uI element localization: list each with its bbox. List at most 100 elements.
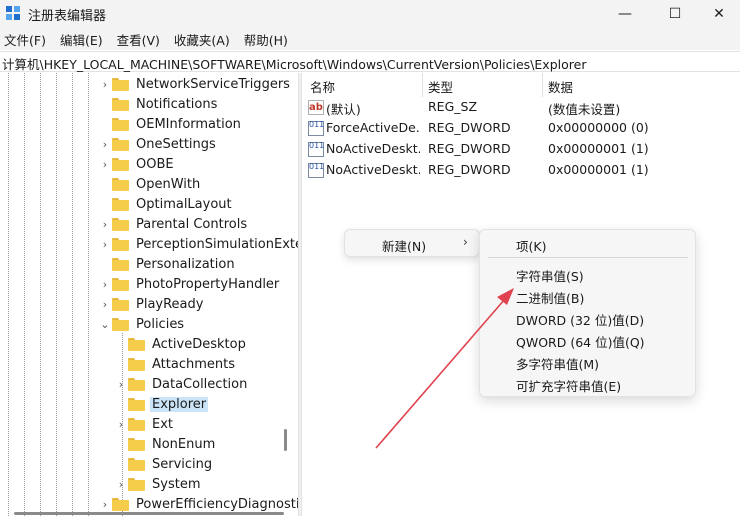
value-data: (数值未设置) [548,102,621,117]
folder-icon [112,317,129,331]
tree-item-label: Explorer [150,396,209,412]
submenu-key[interactable]: 项(K) [516,236,546,255]
value-data: 0x00000000 (0) [548,120,649,135]
folder-icon [112,197,129,211]
menu-view[interactable]: 查看(V) [113,28,164,50]
key-tree[interactable]: › NetworkServiceTriggers Notifications O… [0,73,298,516]
menu-file[interactable]: 文件(F) [0,28,50,50]
chevron-right-icon[interactable]: › [116,418,126,431]
folder-icon [112,277,129,291]
tree-item[interactable]: › PowerEfficiencyDiagnostics [100,494,298,514]
folder-icon [128,437,145,451]
tree-item[interactable]: › PlayReady [100,294,205,314]
tree-item[interactable]: Personalization [100,254,237,274]
tree-item[interactable]: NonEnum [116,434,217,454]
tree-item[interactable]: › Ext [116,414,175,434]
tree-item[interactable]: OpenWith [100,174,202,194]
title-bar: 注册表编辑器 — ☐ ✕ [0,0,740,28]
value-type: REG_SZ [428,99,478,114]
tree-item[interactable]: › NetworkServiceTriggers [100,74,292,94]
menu-edit[interactable]: 编辑(E) [56,28,107,50]
tree-item[interactable]: › PerceptionSimulationExte [100,234,298,254]
chevron-down-icon[interactable]: ⌄ [100,318,110,331]
string-value-icon: ab [308,100,324,115]
table-row[interactable]: 011 ForceActiveDe... REG_DWORD 0x0000000… [302,118,740,139]
tree-item[interactable]: › OneSettings [100,134,218,154]
value-type: REG_DWORD [428,120,511,135]
submenu-qword-value[interactable]: QWORD (64 位)值(Q) [516,332,645,351]
tree-horizontal-scrollbar[interactable] [14,512,284,515]
tree-item[interactable]: OptimalLayout [100,194,234,214]
tree-guide-line [40,73,41,516]
submenu-string-value[interactable]: 字符串值(S) [516,266,584,285]
column-name-header[interactable]: 名称 [310,77,335,96]
binary-value-icon: 011 [308,142,324,157]
maximize-button[interactable]: ☐ [652,0,698,28]
chevron-right-icon[interactable]: › [100,278,110,291]
tree-item-label: OOBE [136,156,174,172]
folder-icon [112,237,129,251]
tree-item-explorer-selected[interactable]: Explorer [116,394,209,414]
tree-item-label: OEMInformation [136,116,241,132]
close-button[interactable]: ✕ [696,0,740,28]
table-row[interactable]: ab (默认) REG_SZ (数值未设置) [302,97,740,118]
column-divider[interactable] [542,73,543,97]
tree-item-label: PowerEfficiencyDiagnostics [136,496,298,512]
folder-icon [128,377,145,391]
chevron-right-icon[interactable]: › [100,238,110,251]
folder-icon [128,417,145,431]
submenu-dword-value[interactable]: DWORD (32 位)值(D) [516,310,644,329]
tree-item[interactable]: › DataCollection [116,374,249,394]
tree-item-label: PerceptionSimulationExte [136,236,298,252]
column-data-header[interactable]: 数据 [548,77,573,96]
tree-item[interactable]: › OOBE [100,154,176,174]
menu-help[interactable]: 帮助(H) [240,28,292,50]
folder-icon [112,297,129,311]
chevron-right-icon[interactable]: › [100,218,110,231]
tree-item[interactable]: Notifications [100,94,219,114]
chevron-right-icon[interactable]: › [100,498,110,511]
chevron-right-icon[interactable]: › [100,158,110,171]
folder-icon [128,357,145,371]
address-bar[interactable]: 计算机\HKEY_LOCAL_MACHINE\SOFTWARE\Microsof… [0,51,740,72]
tree-item[interactable]: › Parental Controls [100,214,249,234]
context-menu-new[interactable]: 新建(N) [382,236,426,255]
table-row[interactable]: 011 NoActiveDeskt... REG_DWORD 0x0000000… [302,139,740,160]
folder-icon [112,177,129,191]
chevron-right-icon[interactable]: › [100,298,110,311]
table-row[interactable]: 011 NoActiveDeskt... REG_DWORD 0x0000000… [302,160,740,181]
tree-item[interactable]: ActiveDesktop [116,334,248,354]
tree-scrollbar-thumb[interactable] [284,429,287,451]
chevron-right-icon[interactable]: › [100,138,110,151]
tree-item[interactable]: › PhotoPropertyHandler [100,274,281,294]
tree-item[interactable]: Attachments [116,354,237,374]
menu-favorites[interactable]: 收藏夹(A) [170,28,234,50]
context-menu: 新建(N) › [344,229,480,257]
new-submenu: 项(K) 字符串值(S) 二进制值(B) DWORD (32 位)值(D) QW… [479,229,696,397]
tree-guide-line [72,73,73,516]
minimize-button[interactable]: — [602,0,648,28]
tree-item-label: PlayReady [136,296,204,312]
chevron-right-icon[interactable]: › [100,78,110,91]
tree-item[interactable]: Servicing [116,454,214,474]
window-title: 注册表编辑器 [28,9,107,24]
submenu-expandable-string-value[interactable]: 可扩充字符串值(E) [516,376,621,395]
tree-item-label: System [152,476,201,492]
tree-item-policies[interactable]: ⌄ Policies [100,314,186,334]
column-type-header[interactable]: 类型 [428,77,453,96]
submenu-multi-string-value[interactable]: 多字符串值(M) [516,354,599,373]
tree-item-label: ActiveDesktop [152,336,246,352]
tree-item-label: PhotoPropertyHandler [136,276,280,292]
tree-item-label: OpenWith [136,176,201,192]
submenu-binary-value[interactable]: 二进制值(B) [516,288,584,307]
tree-item[interactable]: OEMInformation [100,114,243,134]
chevron-right-icon: › [463,235,468,249]
value-name: NoActiveDeskt... [326,141,420,156]
folder-icon [112,117,129,131]
tree-item[interactable]: › System [116,474,202,494]
chevron-right-icon[interactable]: › [116,478,126,491]
folder-icon [112,77,129,91]
folder-icon [112,97,129,111]
column-divider[interactable] [422,73,423,97]
chevron-right-icon[interactable]: › [116,378,126,391]
